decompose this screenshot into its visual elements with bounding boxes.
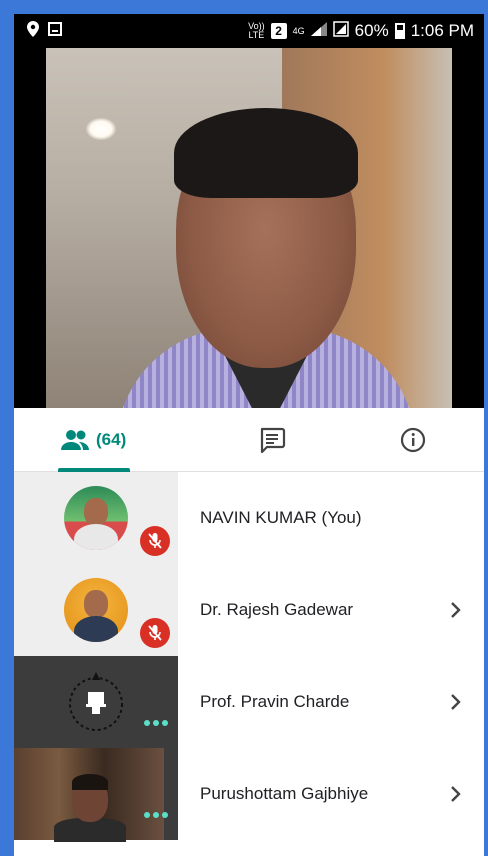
avatar	[64, 486, 128, 550]
speaker-hair	[174, 108, 358, 198]
mic-off-icon	[140, 618, 170, 648]
location-notification-icon	[26, 21, 40, 41]
organization-logo-icon	[64, 668, 128, 736]
people-icon	[60, 429, 90, 451]
participant-thumb	[14, 656, 178, 748]
signal-sim2-icon	[332, 21, 349, 41]
participant-row[interactable]: Dr. Rajesh Gadewar	[14, 564, 484, 656]
sim-slot-icon: 2	[270, 23, 287, 39]
participant-list: NAVIN KUMAR (You) Dr. Rajesh Gadewar Pro…	[14, 472, 484, 842]
participant-row[interactable]: Prof. Pravin Charde	[14, 656, 484, 748]
battery-percent: 60%	[354, 21, 389, 40]
chevron-right-icon[interactable]	[436, 693, 476, 711]
avatar-body	[74, 616, 118, 642]
speaking-indicator-icon	[144, 720, 168, 726]
status-bar: Vo)) LTE 2 4G 60% 1:06 PM	[14, 14, 484, 48]
meeting-tabs: (64)	[14, 408, 484, 472]
lte-label: LTE	[248, 30, 265, 40]
mic-off-icon	[140, 526, 170, 556]
participant-thumb	[14, 564, 178, 656]
video-ceiling-light	[86, 118, 116, 140]
status-left	[14, 21, 62, 41]
avatar-head	[84, 498, 108, 526]
participant-video-thumb	[14, 748, 164, 842]
participant-row[interactable]: NAVIN KUMAR (You)	[14, 472, 484, 564]
network-4g-icon: 4G	[292, 25, 305, 36]
chat-icon	[258, 426, 286, 454]
speaking-indicator-icon	[144, 812, 168, 818]
video-thumb-hair	[72, 774, 108, 790]
gallery-notification-icon	[48, 22, 62, 40]
tab-info[interactable]	[343, 408, 484, 471]
participant-thumb	[14, 472, 178, 564]
chevron-right-icon[interactable]	[436, 785, 476, 803]
phone-screen: Vo)) LTE 2 4G 60% 1:06 PM (64) NAVIN KUM…	[14, 14, 484, 856]
status-right: Vo)) LTE 2 4G 60% 1:06 PM	[248, 21, 484, 41]
chevron-right-icon[interactable]	[436, 601, 476, 619]
avatar-head	[84, 590, 108, 618]
participant-thumb	[14, 748, 178, 842]
main-video-feed[interactable]	[14, 48, 484, 408]
battery-icon	[394, 23, 405, 39]
participant-name: NAVIN KUMAR (You)	[200, 508, 362, 527]
participant-row[interactable]: Purushottam Gajbhiye	[14, 748, 484, 842]
participant-name: Purushottam Gajbhiye	[200, 784, 369, 803]
clock: 1:06 PM	[410, 21, 474, 40]
tab-chat[interactable]	[201, 408, 342, 471]
info-icon	[399, 426, 427, 454]
participant-name: Dr. Rajesh Gadewar	[200, 600, 354, 619]
avatar	[64, 578, 128, 642]
signal-icon	[310, 22, 327, 40]
participant-count: (64)	[96, 429, 127, 449]
participant-name: Prof. Pravin Charde	[200, 692, 350, 711]
sim-slot-label: 2	[275, 24, 282, 38]
volte-indicator: Vo)) LTE	[248, 22, 265, 40]
speaker-video	[46, 48, 452, 408]
avatar-body	[74, 524, 118, 550]
tab-people[interactable]: (64)	[14, 408, 201, 472]
